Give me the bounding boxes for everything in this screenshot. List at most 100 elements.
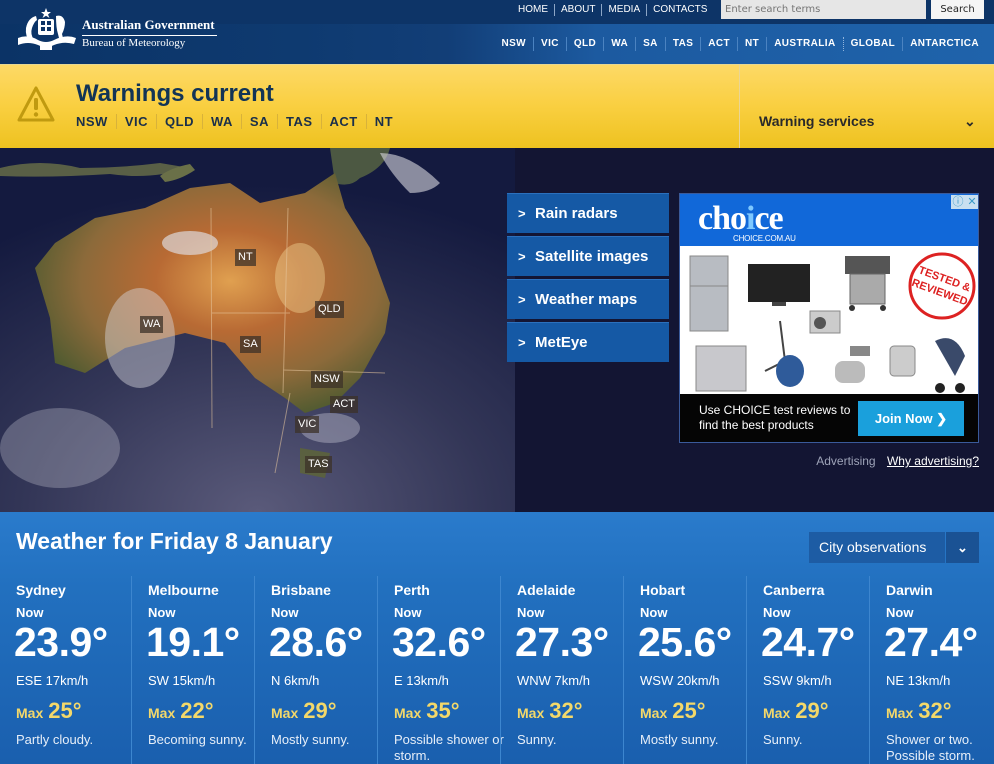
bom-logo[interactable]: Australian Government Bureau of Meteorol… xyxy=(14,6,217,54)
chevron-right-icon: > xyxy=(518,249,526,264)
city-forecast-card[interactable]: Sydney Now 23.9° ESE 17km/h Max 25° Partl… xyxy=(0,576,131,764)
ad-join-now-button[interactable]: Join Now ❯ xyxy=(858,401,964,436)
warning-state-sa[interactable]: SA xyxy=(240,114,277,129)
wind-reading: N 6km/h xyxy=(271,673,320,688)
map-label-vic[interactable]: VIC xyxy=(295,416,320,433)
quick-link-rain-radars[interactable]: > Rain radars xyxy=(507,193,669,233)
state-nav-wa[interactable]: WA xyxy=(603,37,635,51)
max-label: Max xyxy=(394,705,422,721)
chevron-down-icon[interactable]: ⌄ xyxy=(946,532,979,563)
tv-icon xyxy=(748,264,810,306)
search-button[interactable]: Search xyxy=(931,0,984,19)
current-temperature: 24.7° xyxy=(761,619,855,665)
state-nav-nt[interactable]: NT xyxy=(737,37,766,51)
warning-state-qld[interactable]: QLD xyxy=(156,114,202,129)
wind-reading: WSW 20km/h xyxy=(640,673,720,688)
city-forecast-card[interactable]: Perth Now 32.6° E 13km/h Max 35° Possible… xyxy=(377,576,504,764)
city-forecast-card[interactable]: Canberra Now 24.7° SSW 9km/h Max 29° Sunn… xyxy=(746,576,869,764)
now-label: Now xyxy=(271,605,299,620)
max-value: 32° xyxy=(549,698,583,723)
warning-services-label: Warning services xyxy=(759,113,875,129)
map-label-nsw[interactable]: NSW xyxy=(311,371,343,388)
max-label: Max xyxy=(271,705,299,721)
map-label-qld[interactable]: QLD xyxy=(315,301,344,318)
ad-cta-bar: Use CHOICE test reviews to find the best… xyxy=(680,394,978,442)
ad-brand-logo: choice xyxy=(698,200,784,237)
city-forecast-card[interactable]: Hobart Now 25.6° WSW 20km/h Max 25° Mostl… xyxy=(623,576,746,764)
state-nav-antarctica[interactable]: ANTARCTICA xyxy=(902,37,986,51)
now-label: Now xyxy=(640,605,668,620)
city-forecast-card[interactable]: Melbourne Now 19.1° SW 15km/h Max 22° Bec… xyxy=(131,576,254,764)
site-header: Australian Government Bureau of Meteorol… xyxy=(0,0,994,64)
city-name[interactable]: Sydney xyxy=(16,582,66,598)
current-temperature: 19.1° xyxy=(146,619,240,665)
why-advertising-link[interactable]: Why advertising? xyxy=(887,454,979,468)
ad-close-icon[interactable]: ✕ xyxy=(965,195,978,209)
current-temperature: 27.3° xyxy=(515,619,609,665)
ad-info-icon[interactable]: ⓘ xyxy=(951,195,965,209)
max-label: Max xyxy=(517,705,545,721)
city-observations-select[interactable]: City observations ⌄ xyxy=(809,532,979,563)
max-temperature: Max 29° xyxy=(271,698,337,724)
ad-brand-url: CHOICE.COM.AU xyxy=(733,234,796,243)
map-label-tas[interactable]: TAS xyxy=(305,456,332,473)
top-nav-media[interactable]: MEDIA xyxy=(601,4,646,16)
quick-link-weather-maps[interactable]: > Weather maps xyxy=(507,279,669,319)
quick-link-meteye[interactable]: > MetEye xyxy=(507,322,669,362)
warnings-title[interactable]: Warnings current xyxy=(76,80,274,108)
org-name: Australian Government xyxy=(82,17,217,36)
state-nav-sa[interactable]: SA xyxy=(635,37,665,51)
city-name[interactable]: Adelaide xyxy=(517,582,575,598)
quick-link-satellite-images[interactable]: > Satellite images xyxy=(507,236,669,276)
city-name[interactable]: Darwin xyxy=(886,582,933,598)
search-input[interactable] xyxy=(721,0,926,19)
max-label: Max xyxy=(148,705,176,721)
wind-reading: SW 15km/h xyxy=(148,673,216,688)
max-temperature: Max 32° xyxy=(517,698,583,724)
city-forecast-card[interactable]: Adelaide Now 27.3° WNW 7km/h Max 32° Sunn… xyxy=(500,576,623,764)
state-nav-nsw[interactable]: NSW xyxy=(494,37,533,51)
top-nav-contacts[interactable]: CONTACTS xyxy=(646,4,713,16)
warning-services-dropdown[interactable]: Warning services ⌄ xyxy=(740,65,994,149)
top-nav-about[interactable]: ABOUT xyxy=(554,4,601,16)
city-forecast-card[interactable]: Darwin Now 27.4° NE 13km/h Max 32° Shower… xyxy=(869,576,992,764)
top-nav-home[interactable]: HOME xyxy=(512,4,554,16)
map-label-nt[interactable]: NT xyxy=(235,249,256,266)
warning-state-act[interactable]: ACT xyxy=(320,114,366,129)
warning-state-nt[interactable]: NT xyxy=(365,114,401,129)
city-name[interactable]: Brisbane xyxy=(271,582,331,598)
map-label-act[interactable]: ACT xyxy=(330,396,358,413)
city-name[interactable]: Hobart xyxy=(640,582,685,598)
warning-state-tas[interactable]: TAS xyxy=(276,114,321,129)
max-label: Max xyxy=(763,705,791,721)
vacuum-icon xyxy=(764,320,804,387)
warning-triangle-icon xyxy=(17,86,55,122)
city-name[interactable]: Perth xyxy=(394,582,430,598)
warnings-banner: Warnings current NSW VIC QLD WA SA TAS A… xyxy=(0,64,994,149)
current-temperature: 25.6° xyxy=(638,619,732,665)
warning-state-vic[interactable]: VIC xyxy=(115,114,156,129)
satellite-map[interactable]: NT WA QLD SA NSW ACT VIC TAS xyxy=(0,148,515,512)
city-name[interactable]: Canberra xyxy=(763,582,824,598)
state-nav-global[interactable]: GLOBAL xyxy=(842,37,903,51)
state-nav-australia[interactable]: AUSTRALIA xyxy=(766,37,842,51)
forecast-description: Shower or two. Possible storm. xyxy=(886,732,975,763)
map-label-sa[interactable]: SA xyxy=(240,336,261,353)
state-nav-vic[interactable]: VIC xyxy=(533,37,566,51)
coat-of-arms-icon xyxy=(18,8,76,50)
tested-stamp-icon: TESTED &REVIEWED xyxy=(908,252,976,320)
now-label: Now xyxy=(517,605,545,620)
ad-product-images: TESTED &REVIEWED xyxy=(680,246,978,394)
state-nav-tas[interactable]: TAS xyxy=(664,37,700,51)
warning-state-nsw[interactable]: NSW xyxy=(76,114,116,129)
state-nav-qld[interactable]: QLD xyxy=(565,37,603,51)
now-label: Now xyxy=(148,605,176,620)
choice-advertisement[interactable]: choice CHOICE.COM.AU ⓘ ✕ TESTED & REVIEWE… xyxy=(679,193,979,443)
warning-state-wa[interactable]: WA xyxy=(201,114,241,129)
city-name[interactable]: Melbourne xyxy=(148,582,219,598)
city-forecast-card[interactable]: Brisbane Now 28.6° N 6km/h Max 29° Mostly… xyxy=(254,576,377,764)
current-temperature: 32.6° xyxy=(392,619,486,665)
state-nav-act[interactable]: ACT xyxy=(700,37,737,51)
ad-cta-text: Use CHOICE test reviews to find the best… xyxy=(699,403,851,432)
map-label-wa[interactable]: WA xyxy=(140,316,164,333)
